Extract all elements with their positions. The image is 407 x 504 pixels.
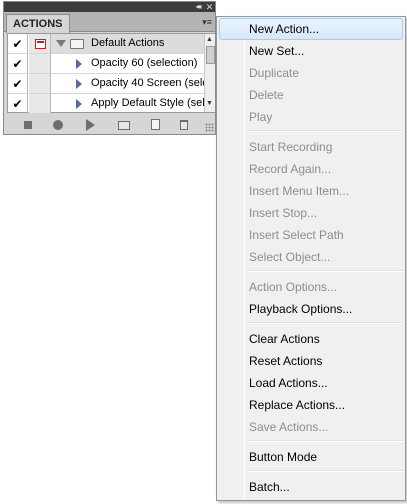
menu-separator	[247, 130, 403, 132]
action-label: Opacity 60 (selection)	[91, 57, 198, 69]
scroll-up-arrow-icon[interactable]: ▲	[206, 36, 213, 43]
new-set-icon[interactable]	[117, 118, 131, 132]
collapse-icon[interactable]: ◂◂	[192, 2, 203, 12]
record-icon[interactable]	[51, 118, 65, 132]
expand-triangle-icon[interactable]	[56, 40, 66, 47]
action-name-cell[interactable]: Apply Default Style (sel...	[51, 94, 204, 114]
panel-menu-icon[interactable]: ▾≡	[200, 16, 214, 28]
toggle-checkbox[interactable]: ✔	[8, 34, 28, 54]
menu-item-duplicate[interactable]: Duplicate	[219, 62, 403, 84]
menu-separator	[247, 470, 403, 472]
folder-icon	[70, 39, 84, 49]
menu-item-save-actions[interactable]: Save Actions...	[219, 416, 403, 438]
delete-icon[interactable]	[177, 118, 191, 132]
toggle-checkbox[interactable]: ✔	[8, 74, 28, 94]
menu-separator	[247, 440, 403, 442]
action-set-row[interactable]: ✔ Default Actions	[8, 34, 204, 54]
scroll-thumb[interactable]	[206, 46, 215, 64]
toggle-checkbox[interactable]: ✔	[8, 54, 28, 74]
collapsed-triangle-icon[interactable]	[76, 59, 82, 69]
panel-titlebar: ◂◂ ✕	[4, 2, 215, 12]
toggle-checkbox[interactable]: ✔	[8, 94, 28, 114]
panel-bottom-toolbar	[4, 115, 215, 134]
dialog-toggle[interactable]	[29, 34, 51, 54]
action-label: Apply Default Style (sel...	[91, 97, 204, 109]
menu-item-clear-actions[interactable]: Clear Actions	[219, 328, 403, 350]
menu-item-select-object[interactable]: Select Object...	[219, 246, 403, 268]
new-action-icon[interactable]	[148, 118, 162, 132]
menu-item-new-action[interactable]: New Action...	[219, 18, 403, 40]
menu-item-delete[interactable]: Delete	[219, 84, 403, 106]
panel-tabbar: ACTIONS ▾≡	[4, 12, 215, 33]
close-icon[interactable]: ✕	[204, 2, 215, 12]
action-set-name-cell[interactable]: Default Actions	[51, 34, 204, 54]
menu-item-action-options[interactable]: Action Options...	[219, 276, 403, 298]
panel-flyout-menu: New Action... New Set... Duplicate Delet…	[216, 16, 406, 501]
menu-item-record-again[interactable]: Record Again...	[219, 158, 403, 180]
menu-item-load-actions[interactable]: Load Actions...	[219, 372, 403, 394]
action-row[interactable]: ✔ Opacity 40 Screen (sele...	[8, 74, 204, 94]
stop-icon[interactable]	[21, 118, 35, 132]
collapsed-triangle-icon[interactable]	[76, 79, 82, 89]
actions-list: ✔ Default Actions ✔ Opacity 60 (selectio…	[7, 33, 215, 114]
menu-item-start-recording[interactable]: Start Recording	[219, 136, 403, 158]
menu-item-batch[interactable]: Batch...	[219, 476, 403, 498]
action-name-cell[interactable]: Opacity 60 (selection)	[51, 54, 204, 74]
menu-item-replace-actions[interactable]: Replace Actions...	[219, 394, 403, 416]
dialog-toggle[interactable]	[29, 74, 51, 94]
resize-grip[interactable]	[205, 123, 214, 132]
menu-separator	[247, 270, 403, 272]
vertical-scrollbar[interactable]: ▲ ▼	[204, 34, 215, 112]
action-label: Opacity 40 Screen (sele...	[91, 77, 204, 89]
dialog-toggle[interactable]	[29, 54, 51, 74]
menu-item-play[interactable]: Play	[219, 106, 403, 128]
tab-actions[interactable]: ACTIONS	[6, 14, 70, 33]
menu-separator	[247, 322, 403, 324]
menu-item-new-set[interactable]: New Set...	[219, 40, 403, 62]
menu-item-insert-menu-item[interactable]: Insert Menu Item...	[219, 180, 403, 202]
collapsed-triangle-icon[interactable]	[76, 99, 82, 109]
dialog-toggle[interactable]	[29, 94, 51, 114]
menu-item-insert-stop[interactable]: Insert Stop...	[219, 202, 403, 224]
scroll-down-arrow-icon[interactable]: ▼	[206, 100, 213, 107]
menu-item-button-mode[interactable]: Button Mode	[219, 446, 403, 468]
menu-item-reset-actions[interactable]: Reset Actions	[219, 350, 403, 372]
action-set-label: Default Actions	[91, 37, 165, 49]
action-row[interactable]: ✔ Apply Default Style (sel...	[8, 94, 204, 114]
menu-item-insert-select-path[interactable]: Insert Select Path	[219, 224, 403, 246]
play-icon[interactable]	[83, 118, 97, 132]
menu-item-playback-options[interactable]: Playback Options...	[219, 298, 403, 320]
action-name-cell[interactable]: Opacity 40 Screen (sele...	[51, 74, 204, 94]
action-row[interactable]: ✔ Opacity 60 (selection)	[8, 54, 204, 74]
dialog-icon	[35, 39, 46, 49]
actions-panel: ◂◂ ✕ ACTIONS ▾≡ ✔ Default Actions ✔ Opac…	[3, 1, 216, 135]
